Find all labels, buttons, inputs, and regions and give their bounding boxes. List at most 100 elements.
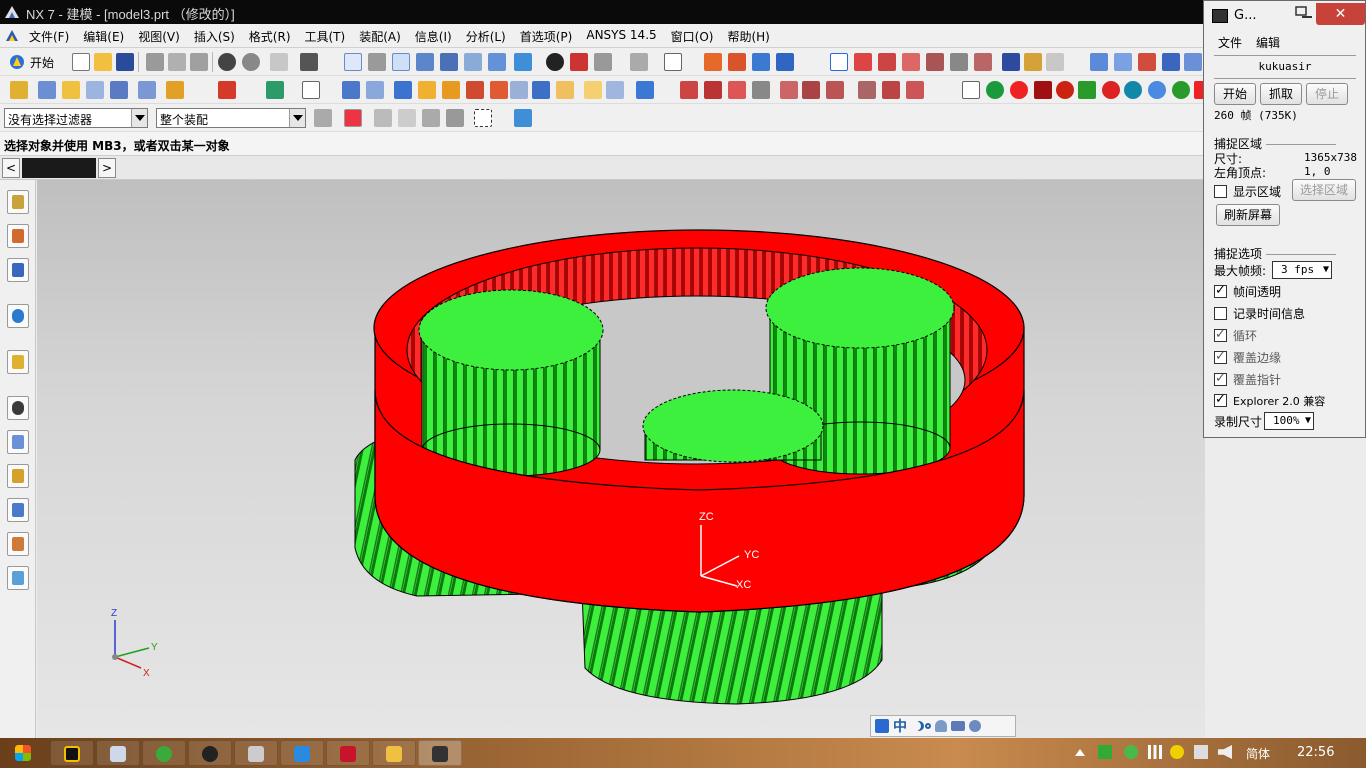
- record-size-dropdown[interactable]: 100%: [1264, 412, 1314, 430]
- select-face-icon[interactable]: [398, 109, 416, 127]
- assembly-icon-1[interactable]: [704, 53, 722, 71]
- chevron-down-icon[interactable]: [289, 109, 305, 127]
- surface-icon-4[interactable]: [1162, 53, 1180, 71]
- close-button[interactable]: ✕: [1316, 3, 1365, 25]
- view-orient-icon[interactable]: [300, 53, 318, 71]
- measure-icon[interactable]: [1002, 53, 1020, 71]
- pan-icon[interactable]: [440, 53, 458, 71]
- red-knot-icon[interactable]: [1056, 81, 1074, 99]
- capture-grab-button[interactable]: 抓取: [1260, 83, 1302, 105]
- assembly-icon-4[interactable]: [776, 53, 794, 71]
- scroll-left-button[interactable]: <: [2, 158, 20, 178]
- ime-keyboard-icon[interactable]: [951, 721, 965, 731]
- menu-file[interactable]: 文件(F): [29, 28, 69, 45]
- zoom-window-icon[interactable]: [368, 53, 386, 71]
- manufacturing-wizards-tab[interactable]: [7, 498, 29, 522]
- boss-icon[interactable]: [510, 81, 528, 99]
- open-folder-icon[interactable]: [94, 53, 112, 71]
- feature-icon-7[interactable]: [166, 81, 184, 99]
- pad-icon[interactable]: [556, 81, 574, 99]
- graphics-window[interactable]: ZC YC XC Z Y X: [37, 180, 1205, 738]
- nx-menu-icon[interactable]: [5, 29, 19, 43]
- taskbar-nx[interactable]: [326, 740, 370, 766]
- planet-gear-left[interactable]: [418, 289, 604, 477]
- network-icon[interactable]: [1148, 745, 1162, 759]
- curve-icon-4[interactable]: [858, 81, 876, 99]
- select-body-icon[interactable]: [422, 109, 440, 127]
- deselect-icon[interactable]: [374, 109, 392, 127]
- point-icon-4[interactable]: [926, 53, 944, 71]
- sun-gear[interactable]: [642, 389, 824, 463]
- red-torus-icon[interactable]: [1102, 81, 1120, 99]
- maximize-icon[interactable]: [1294, 5, 1310, 19]
- redo-icon[interactable]: [242, 53, 260, 71]
- ime-punct-icon[interactable]: [925, 723, 931, 729]
- section-icon[interactable]: [570, 53, 588, 71]
- gear-icon[interactable]: [1148, 81, 1166, 99]
- taskbar-qq-browser[interactable]: [280, 740, 324, 766]
- capture-stop-button[interactable]: 停止: [1306, 83, 1348, 105]
- select-icon[interactable]: [270, 53, 288, 71]
- sheet-icon[interactable]: [962, 81, 980, 99]
- roles-tab[interactable]: [7, 532, 29, 556]
- undo-icon[interactable]: [218, 53, 236, 71]
- sketch-icon[interactable]: [218, 81, 236, 99]
- cone-icon[interactable]: [442, 81, 460, 99]
- flag-icon[interactable]: [1194, 745, 1208, 759]
- menu-tools[interactable]: 工具(T): [305, 28, 346, 45]
- menu-ansys[interactable]: ANSYS 14.5: [586, 28, 656, 45]
- ime-mode[interactable]: 中: [893, 716, 907, 736]
- feature-icon-5[interactable]: [110, 81, 128, 99]
- groove-icon[interactable]: [606, 81, 624, 99]
- ruler-icon[interactable]: [1024, 53, 1042, 71]
- feature-icon-6[interactable]: [138, 81, 156, 99]
- assembly-navigator-tab[interactable]: [7, 190, 29, 214]
- feature-icon-4[interactable]: [86, 81, 104, 99]
- curve-icon-6[interactable]: [906, 81, 924, 99]
- option-checkbox-1[interactable]: 记录时间信息: [1214, 305, 1305, 322]
- start-button[interactable]: 开始: [30, 54, 54, 71]
- ime-toolbar[interactable]: 中: [870, 715, 1016, 737]
- constraint-navigator-tab[interactable]: [7, 224, 29, 248]
- fit-icon[interactable]: [344, 53, 362, 71]
- web-browser-tab[interactable]: [7, 350, 29, 374]
- option-checkbox-4[interactable]: 覆盖指针: [1214, 371, 1281, 388]
- curve-icon-1[interactable]: [780, 81, 798, 99]
- menu-preferences[interactable]: 首选项(P): [520, 28, 573, 45]
- surface-icon-3[interactable]: [1138, 53, 1156, 71]
- reuse-library-tab[interactable]: [7, 304, 29, 328]
- system-materials-tab[interactable]: [7, 430, 29, 454]
- datum-icon[interactable]: [266, 81, 284, 99]
- menu-assembly[interactable]: 装配(A): [359, 28, 401, 45]
- clock[interactable]: 22:56: [1297, 745, 1334, 760]
- select-feature-icon[interactable]: [446, 109, 464, 127]
- render-style-icon[interactable]: [546, 53, 564, 71]
- option-checkbox-3[interactable]: 覆盖边缘: [1214, 349, 1281, 366]
- paste-icon[interactable]: [190, 53, 208, 71]
- ime-settings-icon[interactable]: [969, 720, 981, 732]
- taskbar-autocad[interactable]: [50, 740, 94, 766]
- start-menu-button[interactable]: [2, 740, 42, 766]
- feature-icon-1[interactable]: [10, 81, 28, 99]
- snap-icon[interactable]: [830, 53, 848, 71]
- assembly-icon-3[interactable]: [752, 53, 770, 71]
- input-language[interactable]: 简体: [1246, 745, 1270, 762]
- copy-icon[interactable]: [168, 53, 186, 71]
- system-scenes-tab[interactable]: [7, 566, 29, 590]
- curve-icon-5[interactable]: [882, 81, 900, 99]
- taskbar-app-5[interactable]: [234, 740, 278, 766]
- process-studio-tab[interactable]: [7, 464, 29, 488]
- curve-icon-3[interactable]: [826, 81, 844, 99]
- menu-window[interactable]: 窗口(O): [671, 28, 714, 45]
- cut-icon[interactable]: [146, 53, 164, 71]
- taskbar-capture[interactable]: [418, 740, 462, 766]
- curve-icon-2[interactable]: [802, 81, 820, 99]
- menu-insert[interactable]: 插入(S): [194, 28, 235, 45]
- extrude-icon[interactable]: [342, 81, 360, 99]
- scroll-right-button[interactable]: >: [98, 158, 116, 178]
- dimension-icon[interactable]: [1046, 53, 1064, 71]
- zoom-icon[interactable]: [392, 53, 410, 71]
- feature-icon-3[interactable]: [62, 81, 80, 99]
- ime-user-icon[interactable]: [935, 720, 947, 732]
- circle-icon[interactable]: [728, 81, 746, 99]
